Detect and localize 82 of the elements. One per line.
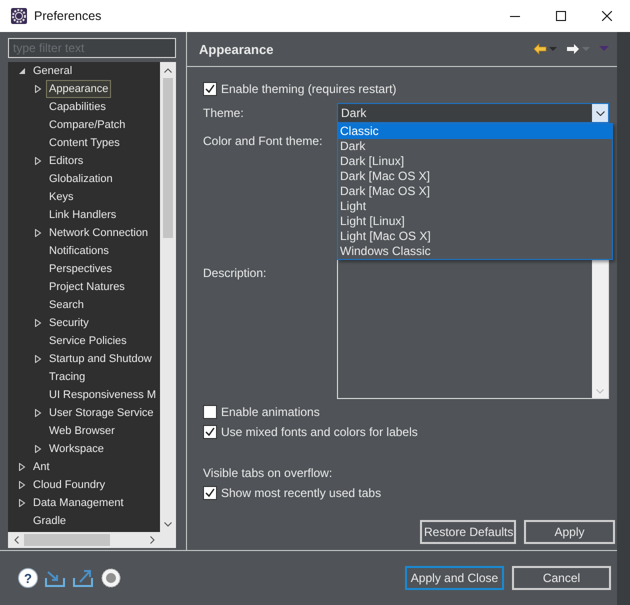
tree-item[interactable]: Keys: [46, 188, 76, 206]
chevron-down-icon[interactable]: [596, 110, 604, 116]
tree-item[interactable]: Cloud Foundry: [30, 476, 108, 494]
tree-item[interactable]: Network Connection: [46, 224, 152, 242]
expand-arrow-icon[interactable]: [34, 409, 42, 417]
apply-and-close-button[interactable]: Apply and Close: [405, 566, 504, 590]
checkbox-label[interactable]: Use mixed fonts and colors for labels: [221, 425, 418, 439]
tree-item[interactable]: Web Browser: [46, 422, 118, 440]
tree-item[interactable]: Gradle: [30, 512, 70, 530]
tree-item[interactable]: Service Policies: [46, 332, 130, 350]
vertical-scrollbar[interactable]: [160, 62, 176, 532]
expand-arrow-icon[interactable]: [34, 319, 42, 327]
scrollbar-thumb[interactable]: [163, 78, 173, 238]
scroll-left-icon[interactable]: [14, 536, 18, 544]
scroll-up-icon[interactable]: [164, 68, 172, 72]
tree-item[interactable]: Perspectives: [46, 260, 115, 278]
theme-option[interactable]: Light [Mac OS X]: [338, 229, 612, 244]
tree-item[interactable]: Globalization: [46, 170, 116, 188]
maximize-icon[interactable]: [556, 11, 566, 21]
expand-arrow-icon[interactable]: [34, 157, 42, 165]
export-icon[interactable]: [72, 567, 94, 589]
field-label: Color and Font theme:: [203, 133, 324, 150]
theme-option[interactable]: Dark [Linux]: [338, 154, 612, 169]
tree-item[interactable]: General: [30, 62, 76, 80]
theme-option[interactable]: Light: [338, 199, 612, 214]
close-icon[interactable]: [602, 11, 612, 21]
help-icon[interactable]: ?: [18, 568, 38, 588]
theme-option[interactable]: Classic: [338, 124, 612, 139]
expand-arrow-icon[interactable]: [34, 85, 42, 93]
tree-item[interactable]: Startup and Shutdow: [46, 350, 155, 368]
expand-arrow-icon[interactable]: [34, 355, 42, 363]
checkbox-label[interactable]: Enable animations: [221, 405, 320, 419]
record-icon[interactable]: [100, 567, 122, 589]
theme-option[interactable]: Dark [Mac OS X]: [338, 184, 612, 199]
expand-arrow-icon[interactable]: [18, 463, 26, 471]
theme-option[interactable]: Light [Linux]: [338, 214, 612, 229]
tree-item[interactable]: Link Handlers: [46, 206, 120, 224]
tree-item[interactable]: Appearance: [46, 80, 112, 98]
forward-arrow-icon[interactable]: [566, 43, 580, 55]
theme-option[interactable]: Windows Classic: [338, 244, 612, 259]
collapse-arrow-icon[interactable]: [18, 67, 26, 75]
theme-option[interactable]: Dark: [338, 139, 612, 154]
tree-item[interactable]: Workspace: [46, 440, 107, 458]
tree-item[interactable]: Notifications: [46, 242, 112, 260]
checkbox[interactable]: [203, 405, 217, 419]
page-title: Appearance: [199, 42, 274, 56]
tree-item[interactable]: Project Natures: [46, 278, 128, 296]
scrollbar-thumb[interactable]: [24, 534, 110, 546]
theme-option[interactable]: Dark [Mac OS X]: [338, 169, 612, 184]
window-title: Preferences: [34, 9, 102, 23]
checkbox-label[interactable]: Enable theming (requires restart): [221, 82, 396, 96]
tree-item[interactable]: Capabilities: [46, 98, 109, 116]
gear-icon: [10, 7, 28, 25]
expand-arrow-icon[interactable]: [34, 229, 42, 237]
tree-item[interactable]: Ant: [30, 458, 53, 476]
tree-item[interactable]: UI Responsiveness M: [46, 386, 159, 404]
tree-item[interactable]: Editors: [46, 152, 86, 170]
tree-item[interactable]: Data Management: [30, 494, 126, 512]
horizontal-scrollbar[interactable]: [8, 532, 160, 548]
field-label: Description:: [203, 265, 268, 282]
theme-dropdown[interactable]: Dark: [337, 103, 609, 123]
expand-arrow-icon[interactable]: [18, 481, 26, 489]
restore-defaults-button[interactable]: Restore Defaults: [420, 520, 516, 544]
checkbox[interactable]: [203, 82, 217, 96]
checkbox[interactable]: [203, 425, 217, 439]
apply-button[interactable]: Apply: [524, 520, 615, 544]
scroll-right-icon[interactable]: [150, 536, 154, 544]
checkbox[interactable]: [203, 486, 217, 500]
tree-item[interactable]: Security: [46, 314, 92, 332]
tree-item[interactable]: Compare/Patch: [46, 116, 128, 134]
field-label: Theme:: [203, 105, 245, 122]
section-label: Visible tabs on overflow:: [203, 465, 334, 482]
expand-arrow-icon[interactable]: [34, 445, 42, 453]
scroll-down-icon[interactable]: [164, 522, 172, 526]
back-arrow-icon[interactable]: [533, 43, 547, 55]
tree-item[interactable]: Tracing: [46, 368, 88, 386]
tree-item[interactable]: Search: [46, 296, 87, 314]
tree-item[interactable]: Content Types: [46, 134, 123, 152]
tree-item[interactable]: User Storage Service: [46, 404, 157, 422]
cancel-button[interactable]: Cancel: [512, 566, 611, 590]
expand-arrow-icon[interactable]: [18, 499, 26, 507]
checkbox-label[interactable]: Show most recently used tabs: [221, 486, 382, 500]
